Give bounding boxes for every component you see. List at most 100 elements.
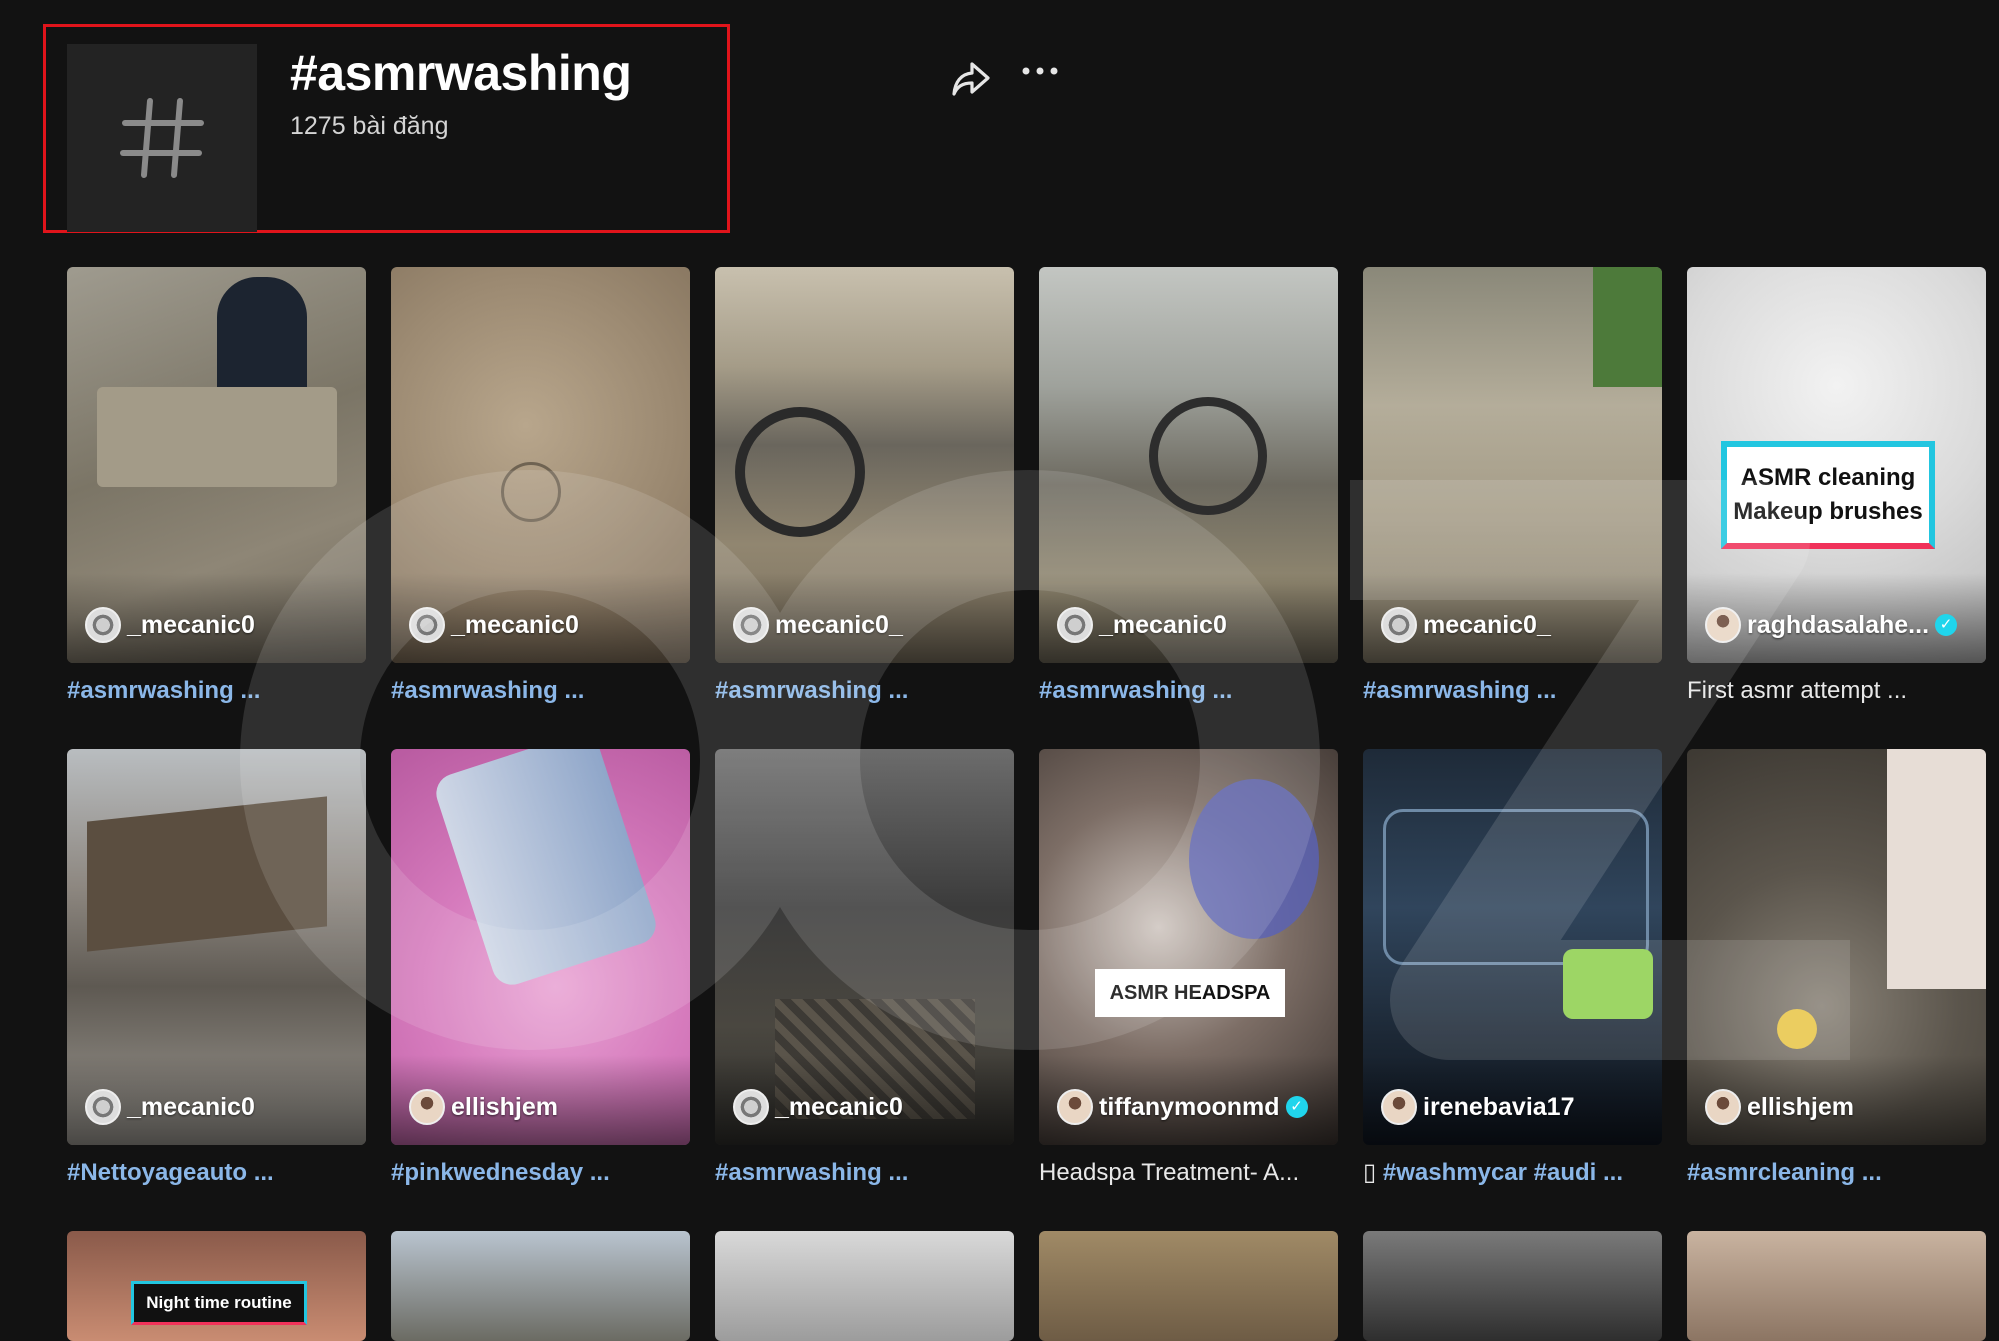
video-thumbnail[interactable]: _mecanic0 — [67, 749, 366, 1145]
video-card[interactable] — [1687, 1231, 1986, 1341]
hashtag-avatar — [67, 44, 257, 232]
video-thumbnail[interactable]: mecanic0_ — [715, 267, 1014, 663]
share-icon — [952, 62, 990, 96]
author-name: _mecanic0 — [127, 610, 255, 639]
video-author[interactable]: raghdasalahe... ✓ — [1705, 607, 1958, 643]
video-caption[interactable]: #Nettoyageauto ... — [67, 1157, 366, 1189]
caption-hashtag[interactable]: #Nettoyageauto ... — [67, 1159, 274, 1186]
video-thumbnail[interactable]: mecanic0_ — [1363, 267, 1662, 663]
video-card[interactable]: _mecanic0 #asmrwashing ... — [715, 749, 1014, 1189]
video-thumbnail[interactable]: _mecanic0 — [391, 267, 690, 663]
author-name: _mecanic0 — [1099, 610, 1227, 639]
video-caption[interactable]: #asmrcleaning ... — [1687, 1157, 1986, 1189]
verified-badge-icon: ✓ — [1285, 1096, 1308, 1118]
video-overlay-text: ASMR cleaning Makeup brushes — [1721, 441, 1935, 549]
avatar — [85, 1089, 121, 1125]
video-card[interactable]: _mecanic0 #asmrwashing ... — [391, 267, 690, 707]
video-caption[interactable]: #asmrwashing ... — [1039, 675, 1338, 707]
video-card[interactable]: _mecanic0 #asmrwashing ... — [1039, 267, 1338, 707]
video-author[interactable]: irenebavia17 — [1381, 1089, 1575, 1125]
caption-hashtag[interactable]: #washmycar #audi ... — [1383, 1159, 1623, 1186]
caption-hashtag[interactable]: #asmrwashing ... — [67, 677, 260, 704]
video-thumbnail[interactable]: _mecanic0 — [715, 749, 1014, 1145]
caption-hashtag[interactable]: #asmrwashing ... — [715, 677, 908, 704]
post-count: 1275 bài đăng — [290, 112, 449, 140]
video-caption[interactable]: First asmr attempt ... — [1687, 675, 1986, 707]
video-author[interactable]: _mecanic0 — [733, 1089, 903, 1125]
video-thumbnail[interactable] — [1363, 1231, 1662, 1341]
video-thumbnail[interactable]: ellishjem — [1687, 749, 1986, 1145]
video-card[interactable] — [715, 1231, 1014, 1341]
video-thumbnail[interactable]: Night time routine — [67, 1231, 366, 1341]
caption-hashtag[interactable]: #asmrwashing ... — [1363, 677, 1556, 704]
video-thumbnail[interactable]: ASMR HEADSPA tiffanymoonmd ✓ — [1039, 749, 1338, 1145]
video-author[interactable]: _mecanic0 — [409, 607, 579, 643]
video-card[interactable]: _mecanic0 #Nettoyageauto ... — [67, 749, 366, 1189]
video-thumbnail[interactable]: _mecanic0 — [67, 267, 366, 663]
author-name: _mecanic0 — [775, 1092, 903, 1121]
video-card[interactable]: ellishjem #pinkwednesday ... — [391, 749, 690, 1189]
video-thumbnail[interactable] — [391, 1231, 690, 1341]
video-card[interactable]: ASMR cleaning Makeup brushes raghdasalah… — [1687, 267, 1986, 707]
video-author[interactable]: mecanic0_ — [1381, 607, 1551, 643]
author-name: _mecanic0 — [451, 610, 579, 639]
caption-prefix-glyph: ▯ — [1363, 1159, 1377, 1186]
video-author[interactable]: ellishjem — [1705, 1089, 1854, 1125]
video-thumbnail[interactable]: ellishjem — [391, 749, 690, 1145]
video-card[interactable]: mecanic0_ #asmrwashing ... — [1363, 267, 1662, 707]
video-thumbnail[interactable] — [715, 1231, 1014, 1341]
video-author[interactable]: _mecanic0 — [85, 1089, 255, 1125]
avatar — [733, 1089, 769, 1125]
caption-hashtag[interactable]: #pinkwednesday ... — [391, 1159, 610, 1186]
video-thumbnail[interactable]: _mecanic0 — [1039, 267, 1338, 663]
video-caption[interactable]: #asmrwashing ... — [715, 1157, 1014, 1189]
author-name: tiffanymoonmd — [1099, 1092, 1280, 1121]
caption-text: Headspa Treatment- A... — [1039, 1159, 1300, 1186]
video-card[interactable] — [391, 1231, 690, 1341]
video-caption[interactable]: #asmrwashing ... — [1363, 675, 1662, 707]
author-name: irenebavia17 — [1423, 1092, 1575, 1121]
caption-hashtag[interactable]: #asmrwashing ... — [715, 1159, 908, 1186]
video-thumbnail[interactable] — [1687, 1231, 1986, 1341]
author-name: ellishjem — [451, 1092, 558, 1121]
author-name: ellishjem — [1747, 1092, 1854, 1121]
video-card[interactable]: mecanic0_ #asmrwashing ... — [715, 267, 1014, 707]
caption-hashtag[interactable]: #asmrwashing ... — [391, 677, 584, 704]
video-card[interactable] — [1363, 1231, 1662, 1341]
video-caption[interactable]: #asmrwashing ... — [715, 675, 1014, 707]
more-options-icon — [1022, 67, 1058, 75]
video-caption[interactable]: #asmrwashing ... — [391, 675, 690, 707]
avatar — [733, 607, 769, 643]
video-caption[interactable]: Headspa Treatment- A... — [1039, 1157, 1338, 1189]
avatar — [1057, 1089, 1093, 1125]
video-author[interactable]: mecanic0_ — [733, 607, 903, 643]
verified-badge-icon: ✓ — [1935, 614, 1958, 636]
share-button[interactable] — [950, 60, 992, 105]
more-options-button[interactable] — [1020, 64, 1060, 83]
avatar — [1057, 607, 1093, 643]
video-thumbnail[interactable]: irenebavia17 — [1363, 749, 1662, 1145]
video-caption[interactable]: ▯ #washmycar #audi ... — [1363, 1157, 1662, 1189]
video-card[interactable]: ellishjem #asmrcleaning ... — [1687, 749, 1986, 1189]
video-card[interactable]: ASMR HEADSPA tiffanymoonmd ✓ Headspa Tre… — [1039, 749, 1338, 1189]
video-card[interactable]: Night time routine — [67, 1231, 366, 1341]
author-name: mecanic0_ — [1423, 610, 1551, 639]
video-author[interactable]: _mecanic0 — [85, 607, 255, 643]
author-name: _mecanic0 — [127, 1092, 255, 1121]
video-author[interactable]: tiffanymoonmd ✓ — [1057, 1089, 1308, 1125]
video-caption[interactable]: #asmrwashing ... — [67, 675, 366, 707]
caption-hashtag[interactable]: #asmrwashing ... — [1039, 677, 1232, 704]
video-card[interactable]: irenebavia17 ▯ #washmycar #audi ... — [1363, 749, 1662, 1189]
avatar — [85, 607, 121, 643]
video-caption[interactable]: #pinkwednesday ... — [391, 1157, 690, 1189]
video-author[interactable]: ellishjem — [409, 1089, 558, 1125]
video-card[interactable] — [1039, 1231, 1338, 1341]
video-thumbnail[interactable]: ASMR cleaning Makeup brushes raghdasalah… — [1687, 267, 1986, 663]
video-card[interactable]: _mecanic0 #asmrwashing ... — [67, 267, 366, 707]
author-name: raghdasalahe... — [1747, 610, 1930, 639]
video-overlay-text: ASMR HEADSPA — [1095, 969, 1285, 1017]
video-thumbnail[interactable] — [1039, 1231, 1338, 1341]
video-author[interactable]: _mecanic0 — [1057, 607, 1227, 643]
caption-text: First asmr attempt ... — [1687, 677, 1908, 704]
caption-hashtag[interactable]: #asmrcleaning ... — [1687, 1159, 1882, 1186]
